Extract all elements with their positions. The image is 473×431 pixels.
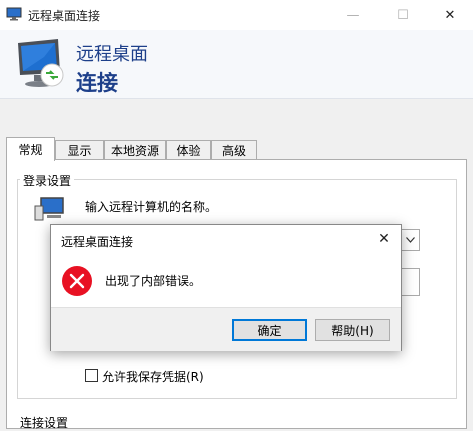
remote-desktop-monitor-icon [18,39,64,87]
maximize-button[interactable]: ☐ [380,0,426,30]
computer-dropdown-arrow[interactable] [400,229,420,251]
dialog-title: 远程桌面连接 [61,235,134,249]
header-banner: 远程桌面 连接 [0,30,473,99]
tab-display[interactable]: 显示 [55,140,104,160]
title-bar: 远程桌面连接 — ☐ ✕ [0,0,473,30]
error-dialog: 远程桌面连接 ✕ 出现了内部错误。 确定 帮助(H) [50,224,402,351]
close-window-button[interactable]: ✕ [427,0,473,30]
computer-icon [34,197,64,221]
dialog-close-button[interactable]: ✕ [373,228,395,250]
error-icon [62,266,92,296]
error-message: 出现了内部错误。 [105,274,202,288]
remote-desktop-app-icon [6,7,22,21]
chevron-down-icon [405,237,415,243]
login-settings-label: 登录设置 [20,172,75,189]
header-title-line2: 连接 [76,71,118,95]
help-button[interactable]: 帮助(H) [315,319,390,341]
computer-name-prompt: 输入远程计算机的名称。 [85,200,218,214]
tab-advanced[interactable]: 高级 [211,140,257,160]
tab-experience[interactable]: 体验 [166,140,211,160]
save-credentials-label[interactable]: 允许我保存凭据(R) [102,368,204,385]
dialog-footer: 确定 帮助(H) [51,307,401,351]
window-title: 远程桌面连接 [28,9,101,23]
tab-general[interactable]: 常规 [6,137,55,161]
minimize-button[interactable]: — [330,0,376,30]
tab-local-resources[interactable]: 本地资源 [104,140,166,160]
ok-button[interactable]: 确定 [232,319,307,341]
header-title-line1: 远程桌面 [76,44,148,65]
user-name-field[interactable] [400,268,420,296]
save-credentials-checkbox[interactable] [85,369,98,382]
